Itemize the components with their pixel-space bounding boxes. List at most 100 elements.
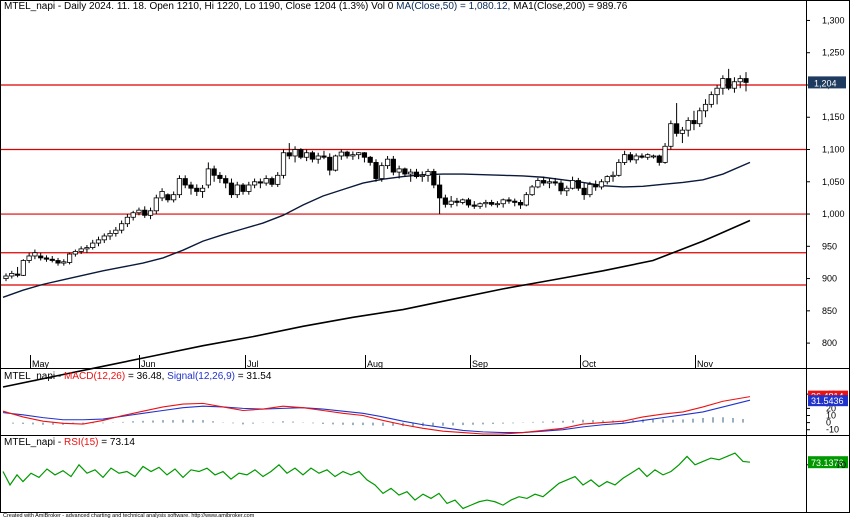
candle-body [650, 155, 657, 158]
candle-body [737, 78, 743, 83]
candle-body [3, 275, 9, 279]
candle-body [136, 209, 142, 214]
price-pane-title: MTEL_napi - Daily 2024. 11. 18. Open 121… [4, 1, 627, 12]
title-part: MA(Close,50) = 1,080.12, [396, 1, 514, 12]
candle-body [419, 174, 425, 178]
candle-body [194, 187, 200, 192]
candle-body [512, 200, 518, 203]
candle-body [720, 78, 726, 89]
footer-credit: Created with AmiBroker - advanced charti… [3, 513, 255, 519]
candle-body [84, 247, 90, 250]
month-label: Aug [367, 359, 383, 369]
title-part: RSI(15) [64, 437, 99, 448]
candle-body [55, 260, 61, 264]
candle-body [506, 199, 512, 202]
price-tick-label: 950 [822, 241, 837, 251]
candle-body [280, 152, 287, 176]
candle-body [477, 203, 483, 207]
price-tick-label: 1,250 [822, 48, 845, 58]
candle-body [124, 216, 131, 225]
candle-body [72, 251, 78, 255]
candle-body [593, 183, 599, 188]
candle-body [413, 171, 420, 178]
candle-body [541, 180, 547, 184]
candle-body [731, 81, 738, 89]
price-tick-label: 1,150 [822, 112, 845, 122]
title-part: MA1(Close,200) = 989.76 [513, 1, 628, 12]
candle-body [697, 110, 703, 125]
candle-body [275, 174, 281, 185]
candle-body [558, 182, 564, 192]
candle-body [228, 182, 235, 196]
macd-pane-title: MTEL_napi - MACD(12,26) = 36.48, Signal(… [4, 371, 271, 382]
candle-body [471, 204, 477, 207]
title-part: MACD(12,26) [64, 371, 126, 382]
candle-body [286, 152, 292, 157]
candle-body [182, 178, 188, 186]
candle-body [569, 180, 576, 189]
candle-body [240, 184, 246, 192]
candle-body [361, 152, 368, 158]
candle-body [408, 171, 414, 175]
candle-body [356, 152, 362, 156]
candle-body [656, 155, 662, 163]
candle-body [685, 120, 691, 131]
candle-body [147, 210, 154, 216]
candle-body [165, 194, 171, 201]
candle-body [610, 174, 616, 178]
candle-body [367, 156, 373, 163]
macd-tick-label: -10 [826, 425, 839, 435]
candle-body [338, 151, 344, 157]
candle-body [668, 123, 674, 147]
candle-body [436, 184, 443, 199]
candle-body [627, 154, 633, 161]
candle-body [714, 87, 720, 96]
candle-body [257, 181, 263, 184]
candle-body [159, 191, 165, 199]
candle-body [743, 78, 749, 83]
title-part: Signal(12,26,9) [167, 371, 235, 382]
candle-body [107, 232, 113, 237]
candle-body [575, 180, 581, 189]
candle-body [153, 197, 159, 212]
candle-body [702, 103, 709, 112]
month-label: Oct [582, 359, 597, 369]
month-label: Sep [472, 359, 488, 369]
price-tick-label: 900 [822, 274, 837, 284]
candle-body [442, 197, 448, 205]
candle-body [304, 152, 310, 158]
candle-body [350, 154, 356, 157]
candle-body [251, 181, 258, 186]
candle-body [379, 165, 385, 179]
candle-body [234, 184, 240, 196]
candle-body [344, 151, 350, 157]
candle-body [61, 261, 67, 264]
candle-body [373, 162, 379, 179]
candle-body [205, 168, 211, 186]
candle-body [529, 186, 535, 196]
candle-body [674, 123, 680, 134]
candle-body [142, 209, 148, 216]
candle-body [20, 260, 26, 276]
candle-body [14, 273, 21, 276]
candle-body [246, 184, 252, 192]
price-tick-label: 1,300 [822, 15, 845, 25]
month-label: Jul [247, 359, 259, 369]
candle-body [188, 184, 194, 189]
candle-body [431, 171, 437, 186]
candle-body [465, 199, 472, 206]
candle-body [321, 155, 327, 158]
candle-body [390, 158, 396, 173]
candle-body [9, 273, 15, 277]
candle-body [309, 152, 316, 160]
candle-body [43, 257, 50, 260]
signal-value-label: 31.5436 [811, 396, 844, 406]
candle-body [425, 171, 431, 176]
candle-body [645, 154, 651, 158]
price-tick-label: 1,100 [822, 145, 845, 155]
candle-body [384, 158, 391, 167]
price-tick-label: 850 [822, 306, 837, 316]
candle-body [130, 212, 136, 218]
candle-body [564, 187, 570, 192]
candle-body [66, 253, 73, 263]
